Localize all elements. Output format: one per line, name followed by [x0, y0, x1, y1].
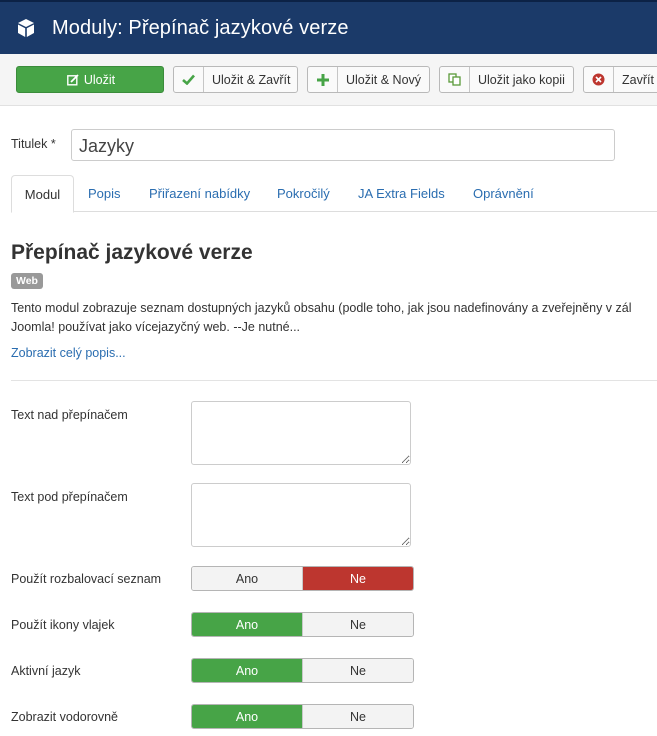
tab-popis[interactable]: Popis: [88, 175, 121, 212]
app-header: Moduly: Přepínač jazykové verze: [0, 0, 657, 54]
dropdown-label: Použít rozbalovací seznam: [11, 572, 162, 586]
flags-no-option[interactable]: Ne: [302, 613, 413, 636]
save-button-label: Uložit: [83, 73, 116, 87]
tab-advanced[interactable]: Pokročilý: [277, 175, 330, 212]
plus-icon: [308, 67, 338, 92]
title-input[interactable]: Jazyky: [71, 129, 615, 161]
toolbar: Uložit Uložit & Zavřít Uložit & Nový Ulo…: [0, 54, 657, 106]
save-close-button[interactable]: Uložit & Zavřít: [173, 66, 298, 93]
horizontal-yes-option[interactable]: Ano: [192, 705, 302, 728]
show-full-description-link[interactable]: Zobrazit celý popis...: [11, 346, 126, 360]
text-below-label: Text pod přepínačem: [11, 490, 128, 504]
save-button[interactable]: Uložit: [16, 66, 164, 93]
tab-bar: Modul Popis Přiřazení nabídky Pokročilý …: [11, 175, 657, 213]
horizontal-label: Zobrazit vodorovně: [11, 710, 119, 724]
module-heading: Přepínač jazykové verze: [11, 241, 253, 264]
tab-ja-extra-fields[interactable]: JA Extra Fields: [358, 175, 445, 212]
dropdown-toggle: Ano Ne: [191, 566, 414, 591]
horizontal-toggle: Ano Ne: [191, 704, 414, 729]
active-language-label: Aktivní jazyk: [11, 664, 81, 678]
page-title: Moduly: Přepínač jazykové verze: [52, 17, 349, 39]
divider: [11, 380, 657, 381]
title-label: Titulek *: [11, 137, 56, 151]
horizontal-no-option[interactable]: Ne: [302, 705, 413, 728]
active-no-option[interactable]: Ne: [302, 659, 413, 682]
dropdown-no-option[interactable]: Ne: [302, 567, 413, 590]
edit-icon: [66, 74, 79, 89]
site-badge: Web: [11, 273, 43, 289]
active-language-toggle: Ano Ne: [191, 658, 414, 683]
flags-toggle: Ano Ne: [191, 612, 414, 637]
close-button[interactable]: Zavřít: [583, 66, 657, 93]
tab-modul[interactable]: Modul: [11, 175, 74, 213]
tab-permissions[interactable]: Oprávnění: [473, 175, 534, 212]
flags-label: Použít ikony vlajek: [11, 618, 115, 632]
module-description: Tento modul zobrazuje seznam dostupných …: [11, 301, 632, 334]
close-circle-icon: [584, 67, 614, 92]
text-above-label: Text nad přepínačem: [11, 408, 128, 422]
tab-menu-assignment[interactable]: Přiřazení nabídky: [149, 175, 250, 212]
save-new-button[interactable]: Uložit & Nový: [307, 66, 430, 93]
dropdown-yes-option[interactable]: Ano: [192, 567, 302, 590]
text-below-textarea[interactable]: [191, 483, 411, 547]
check-icon: [174, 67, 204, 92]
copy-icon: [440, 67, 470, 92]
text-above-textarea[interactable]: [191, 401, 411, 465]
flags-yes-option[interactable]: Ano: [192, 613, 302, 636]
save-copy-button[interactable]: Uložit jako kopii: [439, 66, 574, 93]
cube-icon: [16, 18, 36, 38]
active-yes-option[interactable]: Ano: [192, 659, 302, 682]
